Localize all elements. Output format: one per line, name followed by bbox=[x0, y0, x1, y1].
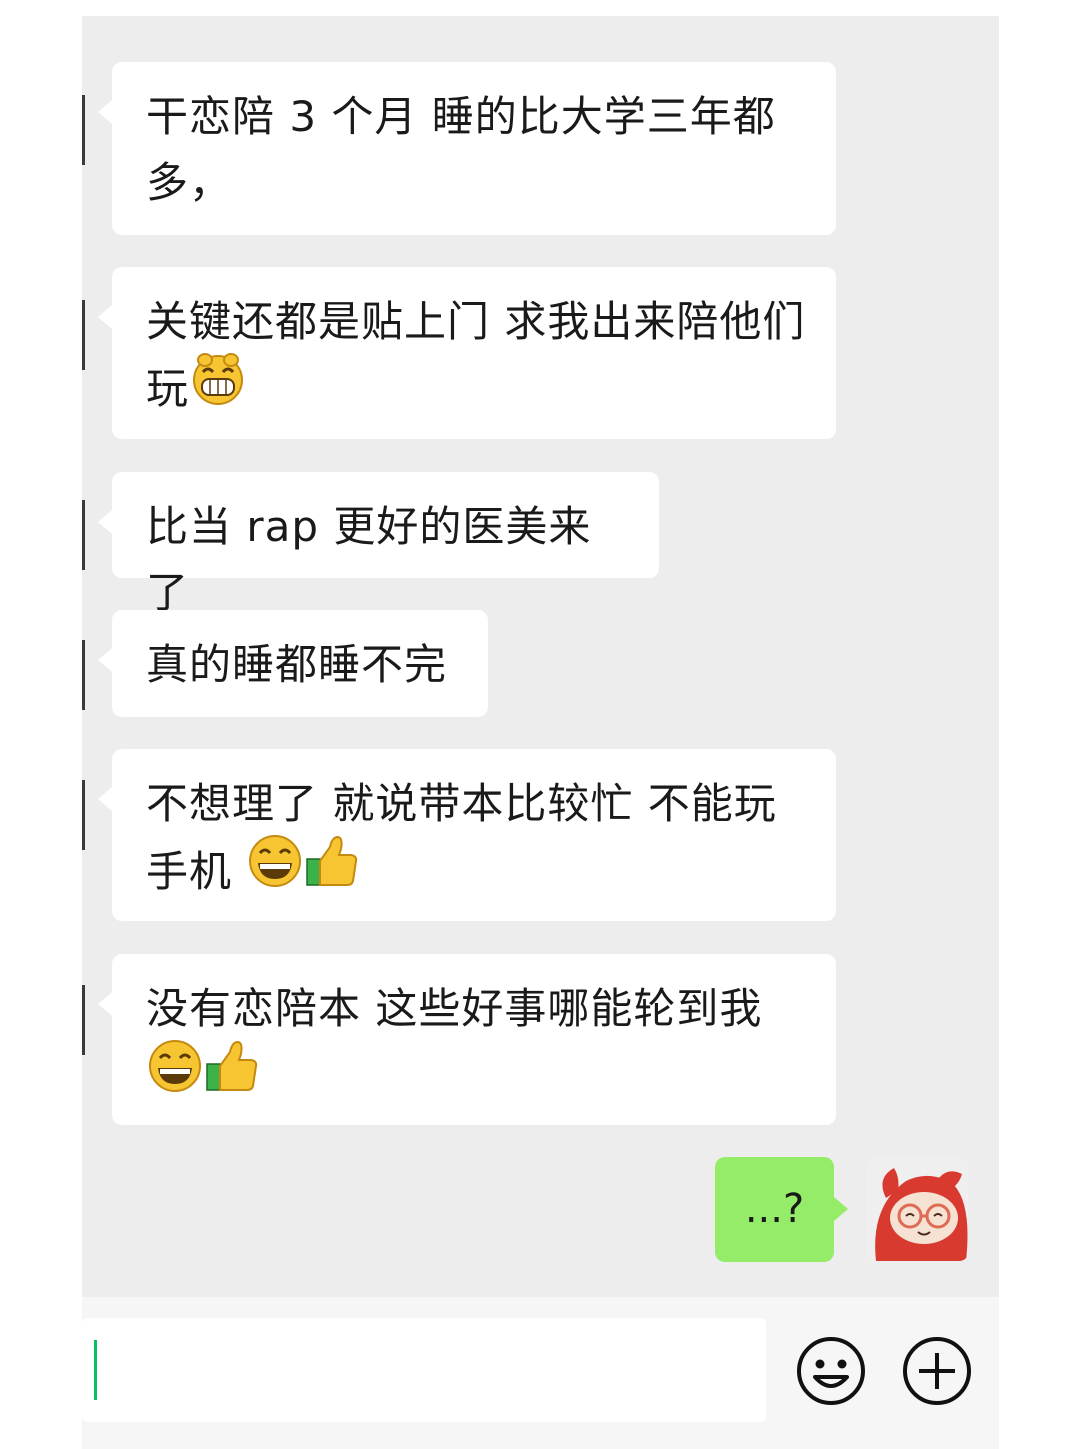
left-edge-mark bbox=[82, 985, 85, 1055]
message-bubble[interactable]: 不想理了 就说带本比较忙 不能玩手机 bbox=[98, 749, 836, 921]
message-text: 真的睡都睡不完 bbox=[146, 640, 448, 689]
message-text: 不想理了 就说带本比较忙 不能玩手机 bbox=[146, 779, 777, 896]
message-bubble[interactable]: 真的睡都睡不完 bbox=[98, 610, 488, 717]
smile-emoji bbox=[146, 1038, 204, 1113]
left-edge-mark bbox=[82, 780, 85, 850]
message-bubble[interactable]: 没有恋陪本 这些好事哪能轮到我 bbox=[98, 954, 836, 1125]
left-edge-mark bbox=[82, 640, 85, 710]
avatar[interactable] bbox=[866, 1158, 969, 1261]
text-caret bbox=[94, 1340, 97, 1400]
message-bubble[interactable]: 比当 rap 更好的医美来了 bbox=[98, 472, 659, 617]
message-bubble[interactable]: 关键还都是贴上门 求我出来陪他们玩 bbox=[98, 267, 836, 439]
grin-emoji bbox=[189, 351, 247, 424]
left-edge-mark bbox=[82, 500, 85, 570]
message-input[interactable] bbox=[82, 1318, 766, 1422]
smiley-face-icon[interactable] bbox=[795, 1335, 867, 1407]
thumbs-up-emoji bbox=[304, 833, 360, 908]
message-text: 没有恋陪本 这些好事哪能轮到我 bbox=[146, 984, 763, 1033]
my-message-text: ...? bbox=[744, 1186, 805, 1232]
red-cartoon-avatar-icon bbox=[866, 1158, 969, 1261]
left-edge-mark bbox=[82, 95, 85, 165]
message-bubble[interactable]: 干恋陪 3 个月 睡的比大学三年都多， bbox=[98, 62, 836, 235]
left-edge-mark bbox=[82, 300, 85, 370]
message-text: 干恋陪 3 个月 睡的比大学三年都多， bbox=[146, 92, 776, 207]
smile-emoji bbox=[246, 833, 304, 908]
plus-circle-icon[interactable] bbox=[901, 1335, 973, 1407]
my-message-bubble[interactable]: ...? bbox=[715, 1157, 848, 1262]
thumbs-up-emoji bbox=[204, 1038, 260, 1113]
